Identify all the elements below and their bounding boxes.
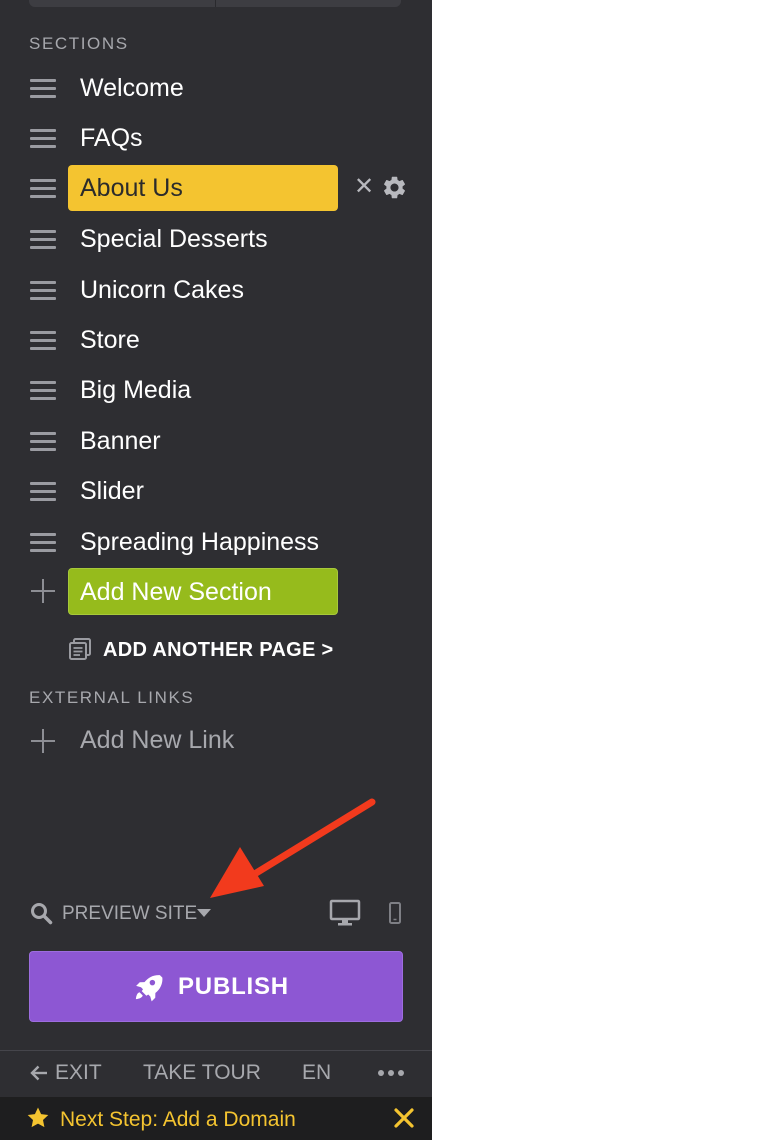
sections-heading: SECTIONS [29, 34, 129, 53]
search-icon[interactable] [29, 901, 53, 925]
mobile-icon[interactable] [388, 902, 402, 924]
drag-handle-icon[interactable] [30, 176, 56, 200]
language-selector[interactable]: EN [302, 1061, 331, 1085]
publish-label: PUBLISH [178, 973, 289, 1000]
annotation-arrow [210, 798, 376, 898]
more-options-icon[interactable] [377, 1069, 405, 1077]
section-label[interactable]: About Us [80, 174, 183, 203]
section-item-welcome[interactable]: Welcome [0, 65, 432, 113]
site-preview-canvas[interactable] [432, 0, 774, 1140]
external-links-heading: EXTERNAL LINKS [29, 688, 195, 707]
section-label[interactable]: Banner [80, 427, 161, 456]
sidebar-footer: EXIT TAKE TOUR EN [0, 1050, 432, 1097]
plus-icon[interactable] [31, 729, 55, 753]
section-item-about-us[interactable]: About Us ✕ [0, 165, 432, 213]
drag-handle-icon[interactable] [30, 76, 56, 100]
drag-handle-icon[interactable] [30, 378, 56, 402]
drag-handle-icon[interactable] [30, 328, 56, 352]
pages-icon [69, 638, 91, 660]
section-item-big-media[interactable]: Big Media [0, 367, 432, 415]
editor-window: SECTIONS Welcome FAQs About Us ✕ Special… [0, 0, 774, 1140]
add-new-section-label: Add New Section [80, 578, 272, 606]
desktop-icon[interactable] [329, 898, 361, 928]
section-label[interactable]: Store [80, 326, 140, 355]
take-tour-button[interactable]: TAKE TOUR [143, 1061, 261, 1085]
section-label[interactable]: Spreading Happiness [80, 528, 319, 557]
gear-icon[interactable] [381, 174, 408, 201]
arrow-left-icon[interactable] [29, 1063, 49, 1083]
toolbar-segment-right[interactable] [214, 0, 402, 7]
drag-handle-icon[interactable] [30, 429, 56, 453]
close-icon[interactable] [393, 1107, 415, 1129]
preview-site-button[interactable]: PREVIEW SITE [62, 903, 197, 925]
chevron-right-icon: > [321, 639, 334, 661]
section-label[interactable]: Welcome [80, 74, 184, 103]
toolbar-segment-left[interactable] [29, 0, 215, 7]
add-new-link-button[interactable]: Add New Link [80, 726, 234, 755]
caret-down-icon[interactable] [197, 909, 211, 917]
rocket-icon [135, 975, 163, 1002]
section-item-store[interactable]: Store [0, 317, 432, 365]
section-item-faqs[interactable]: FAQs [0, 115, 432, 163]
section-label[interactable]: Unicorn Cakes [80, 276, 244, 305]
drag-handle-icon[interactable] [30, 126, 56, 150]
section-item-special-desserts[interactable]: Special Desserts [0, 216, 432, 264]
exit-button[interactable]: EXIT [55, 1061, 102, 1085]
drag-handle-icon[interactable] [30, 479, 56, 503]
publish-button[interactable]: PUBLISH [29, 951, 403, 1022]
section-label[interactable]: Special Desserts [80, 225, 268, 254]
sidebar-top-toolbar [29, 0, 401, 7]
section-label[interactable]: Slider [80, 477, 144, 506]
star-icon [27, 1107, 49, 1128]
drag-handle-icon[interactable] [30, 227, 56, 251]
add-another-page-label: ADD ANOTHER PAGE > [103, 639, 334, 661]
section-item-unicorn-cakes[interactable]: Unicorn Cakes [0, 267, 432, 315]
preview-site-bar: PREVIEW SITE [29, 898, 409, 928]
drag-handle-icon[interactable] [30, 278, 56, 302]
plus-icon[interactable] [31, 579, 55, 603]
section-item-slider[interactable]: Slider [0, 468, 432, 516]
next-step-banner[interactable]: Next Step: Add a Domain [0, 1097, 432, 1140]
section-label[interactable]: FAQs [80, 124, 143, 153]
section-item-banner[interactable]: Banner [0, 418, 432, 466]
section-item-spreading-happiness[interactable]: Spreading Happiness [0, 519, 432, 567]
add-new-section-button[interactable]: Add New Section [68, 568, 338, 615]
add-another-page-link[interactable]: ADD ANOTHER PAGE > [68, 635, 348, 665]
drag-handle-icon[interactable] [30, 530, 56, 554]
editor-sidebar: SECTIONS Welcome FAQs About Us ✕ Special… [0, 0, 432, 1140]
remove-section-icon[interactable]: ✕ [353, 173, 375, 201]
next-step-label: Next Step: Add a Domain [60, 1108, 296, 1131]
section-label[interactable]: Big Media [80, 376, 191, 405]
